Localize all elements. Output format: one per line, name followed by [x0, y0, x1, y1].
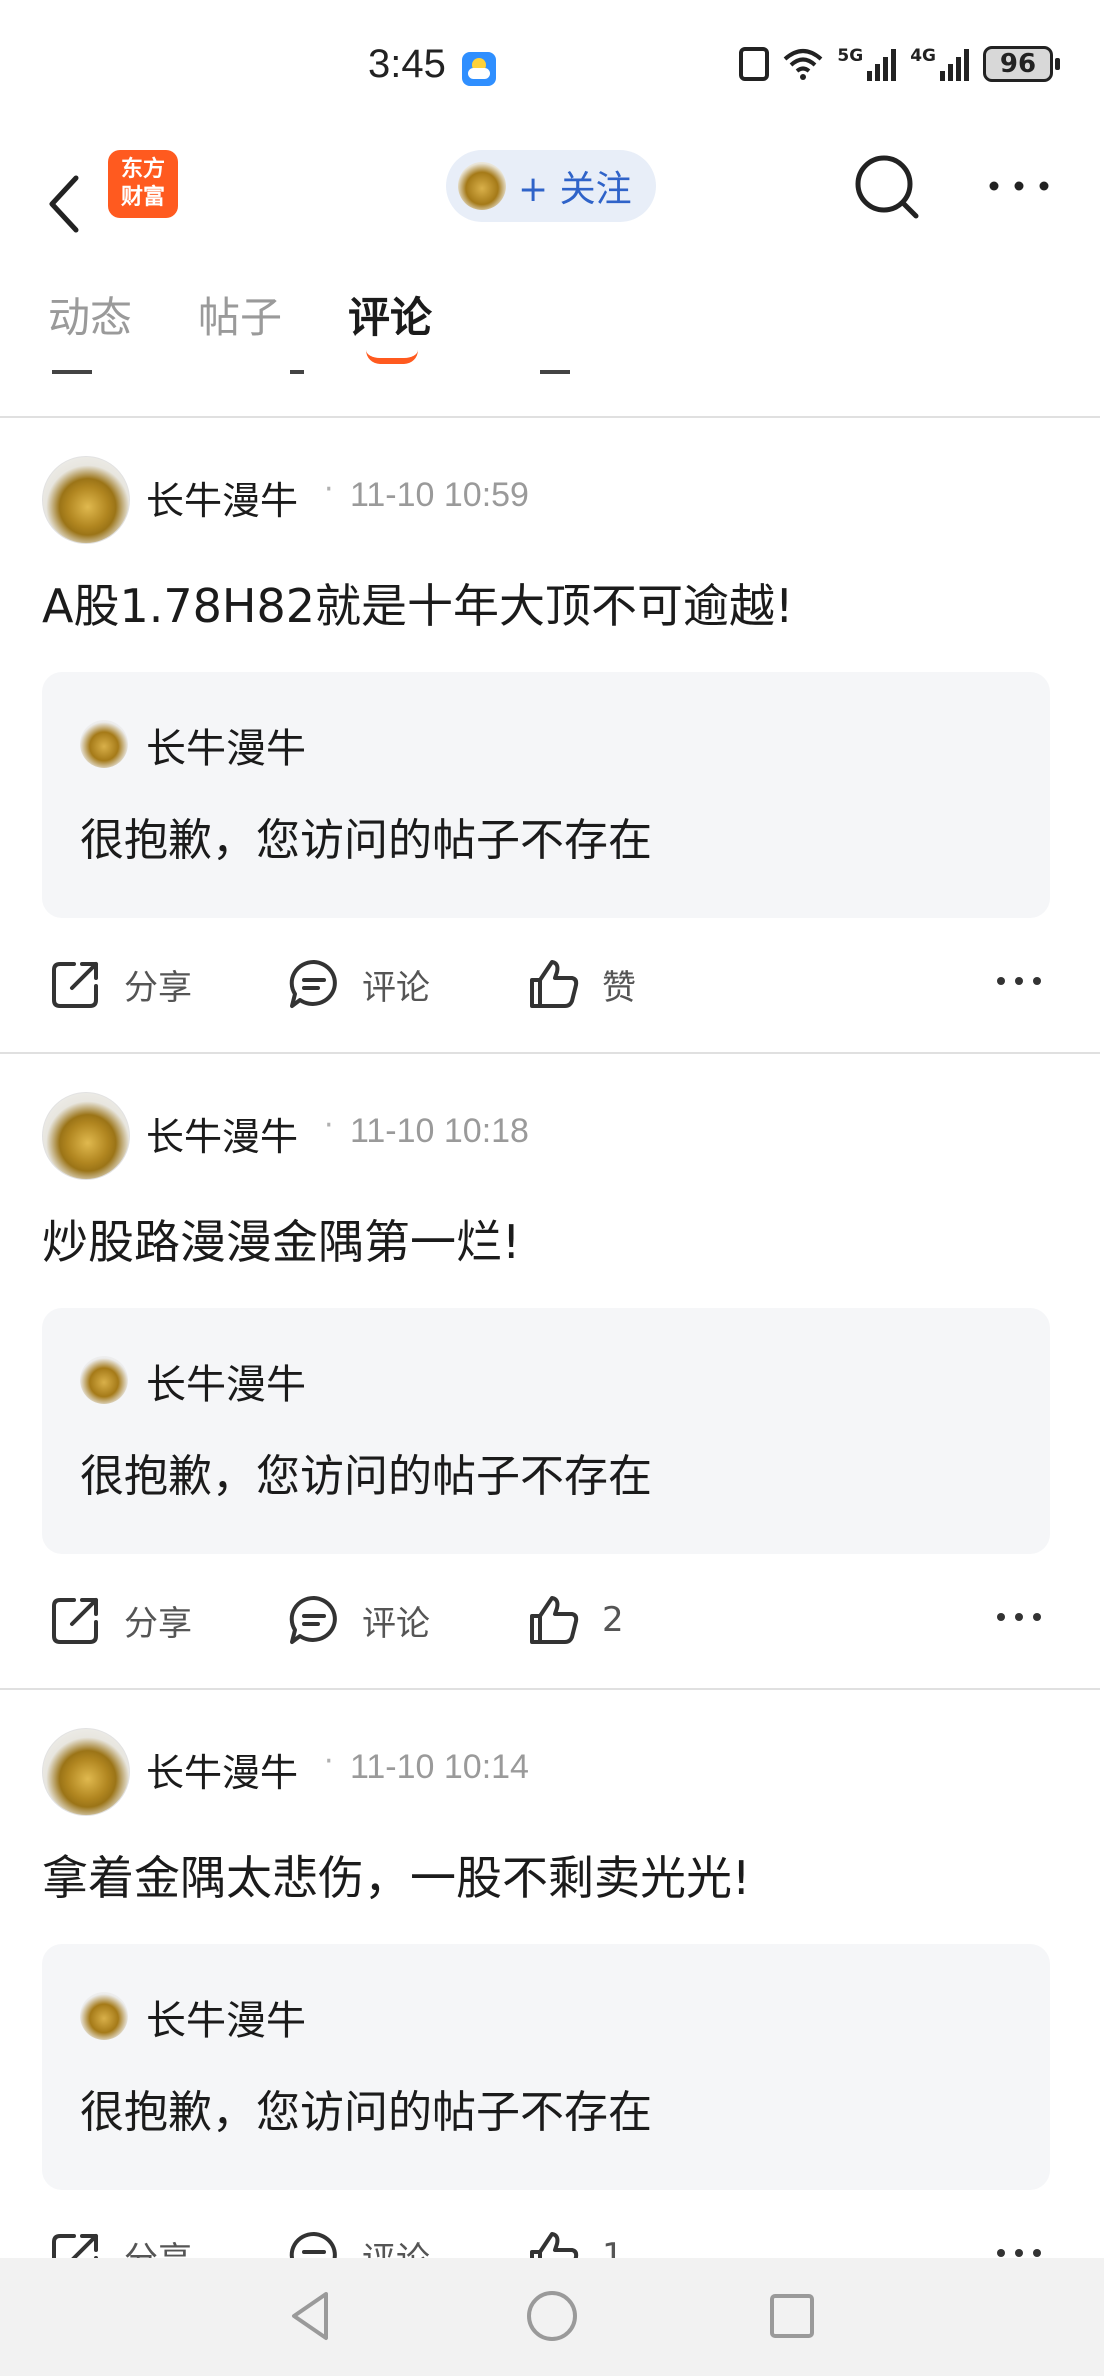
status-bar: 3:45 5G 4G 96 [0, 0, 1104, 136]
separator-dot: · [324, 1108, 334, 1143]
thumbs-up-icon [530, 960, 579, 1008]
scrolled-content-edge [0, 362, 1104, 416]
battery-icon: 96 [983, 46, 1060, 82]
back-arrow-icon[interactable] [40, 156, 90, 252]
battery-level: 96 [983, 46, 1053, 82]
weather-app-icon [462, 52, 496, 86]
quoted-author: 长牛漫牛 [146, 726, 306, 772]
comment-button[interactable]: 评论 [286, 1592, 430, 1648]
tab-bar: 动态 帖子 评论 [0, 272, 1104, 376]
comment-text[interactable]: 炒股路漫漫金隅第一烂! [42, 1206, 520, 1272]
like-count: 2 [602, 1600, 624, 1640]
comment-text[interactable]: 拿着金隅太悲伤，一股不剩卖光光! [42, 1842, 750, 1908]
signal-5g-label: 5G [837, 46, 864, 66]
comment-button[interactable]: 评论 [286, 956, 430, 1012]
quoted-post[interactable]: 长牛漫牛 很抱歉，您访问的帖子不存在 [42, 672, 1050, 918]
tab-dynamics[interactable]: 动态 [48, 284, 132, 345]
action-bar: 分享 评论 赞 [0, 920, 1104, 1040]
timestamp: 11-10 10:59 [350, 476, 529, 514]
share-icon [52, 1598, 98, 1644]
tab-comments[interactable]: 评论 [348, 284, 432, 345]
comment-label: 评论 [362, 1603, 430, 1644]
share-label: 分享 [124, 1603, 192, 1644]
avatar [80, 1992, 128, 2040]
divider [0, 1688, 1100, 1690]
signal-bars-icon [867, 47, 897, 81]
quoted-post[interactable]: 长牛漫牛 很抱歉，您访问的帖子不存在 [42, 1308, 1050, 1554]
status-time: 3:45 [368, 42, 446, 86]
separator-dot: · [324, 472, 334, 507]
avatar [80, 720, 128, 768]
author-name[interactable]: 长牛漫牛 [146, 470, 298, 525]
nfc-icon [739, 47, 770, 81]
comment-card[interactable]: 长牛漫牛 · 11-10 10:59 A股1.78H82就是十年大顶不可逾越! … [0, 420, 1104, 1056]
comment-bubble-icon [289, 1595, 337, 1644]
author-name[interactable]: 长牛漫牛 [146, 1742, 298, 1797]
like-label: 赞 [602, 967, 636, 1008]
nav-back-icon[interactable] [282, 2286, 342, 2346]
like-button[interactable]: 2 [526, 1592, 624, 1648]
logo-line-1: 东方 [120, 157, 165, 182]
signal-bars-icon [940, 47, 969, 81]
comment-bubble-icon [289, 959, 337, 1008]
follow-label: + 关注 [518, 169, 632, 210]
comment-card[interactable]: 长牛漫牛 · 11-10 10:18 炒股路漫漫金隅第一烂! 长牛漫牛 很抱歉，… [0, 1056, 1104, 1692]
share-button[interactable]: 分享 [48, 956, 192, 1012]
timestamp: 11-10 10:18 [350, 1112, 529, 1150]
avatar [458, 162, 506, 210]
thumbs-up-icon [530, 1596, 579, 1644]
more-dots-icon[interactable] [996, 1610, 1042, 1624]
avatar[interactable] [42, 1728, 130, 1816]
wifi-icon [784, 49, 823, 80]
nav-recents-icon[interactable] [762, 2286, 822, 2346]
app-logo[interactable]: 东方 财富 [108, 150, 178, 218]
comment-label: 评论 [362, 967, 430, 1008]
like-button[interactable]: 赞 [526, 956, 636, 1012]
divider [0, 416, 1100, 418]
nav-home-icon[interactable] [522, 2286, 582, 2346]
app-header: 东方 财富 + 关注 [0, 136, 1104, 272]
quoted-text: 很抱歉，您访问的帖子不存在 [80, 2087, 652, 2138]
comment-text[interactable]: A股1.78H82就是十年大顶不可逾越! [42, 570, 793, 636]
quoted-post[interactable]: 长牛漫牛 很抱歉，您访问的帖子不存在 [42, 1944, 1050, 2190]
comment-card[interactable]: 长牛漫牛 · 11-10 10:14 拿着金隅太悲伤，一股不剩卖光光! 长牛漫牛… [0, 1692, 1104, 2328]
system-nav-bar [0, 2258, 1104, 2376]
quoted-text: 很抱歉，您访问的帖子不存在 [80, 1451, 652, 1502]
action-bar: 分享 评论 2 [0, 1556, 1104, 1676]
share-label: 分享 [124, 967, 192, 1008]
search-icon[interactable] [852, 152, 922, 222]
avatar[interactable] [42, 1092, 130, 1180]
follow-button[interactable]: + 关注 [446, 150, 656, 222]
tab-posts[interactable]: 帖子 [198, 284, 282, 345]
divider [0, 1052, 1100, 1054]
quoted-author: 长牛漫牛 [146, 1998, 306, 2044]
author-name[interactable]: 长牛漫牛 [146, 1106, 298, 1161]
more-dots-icon[interactable] [988, 176, 1050, 196]
more-dots-icon[interactable] [996, 974, 1042, 988]
avatar [80, 1356, 128, 1404]
share-button[interactable]: 分享 [48, 1592, 192, 1648]
quoted-text: 很抱歉，您访问的帖子不存在 [80, 815, 652, 866]
share-icon [52, 962, 98, 1008]
signal-4g-label: 4G [910, 46, 936, 66]
avatar[interactable] [42, 456, 130, 544]
separator-dot: · [324, 1744, 334, 1779]
quoted-author: 长牛漫牛 [146, 1362, 306, 1408]
logo-line-2: 财富 [120, 185, 165, 210]
timestamp: 11-10 10:14 [350, 1748, 529, 1786]
status-icons: 5G 4G 96 [739, 46, 1060, 82]
